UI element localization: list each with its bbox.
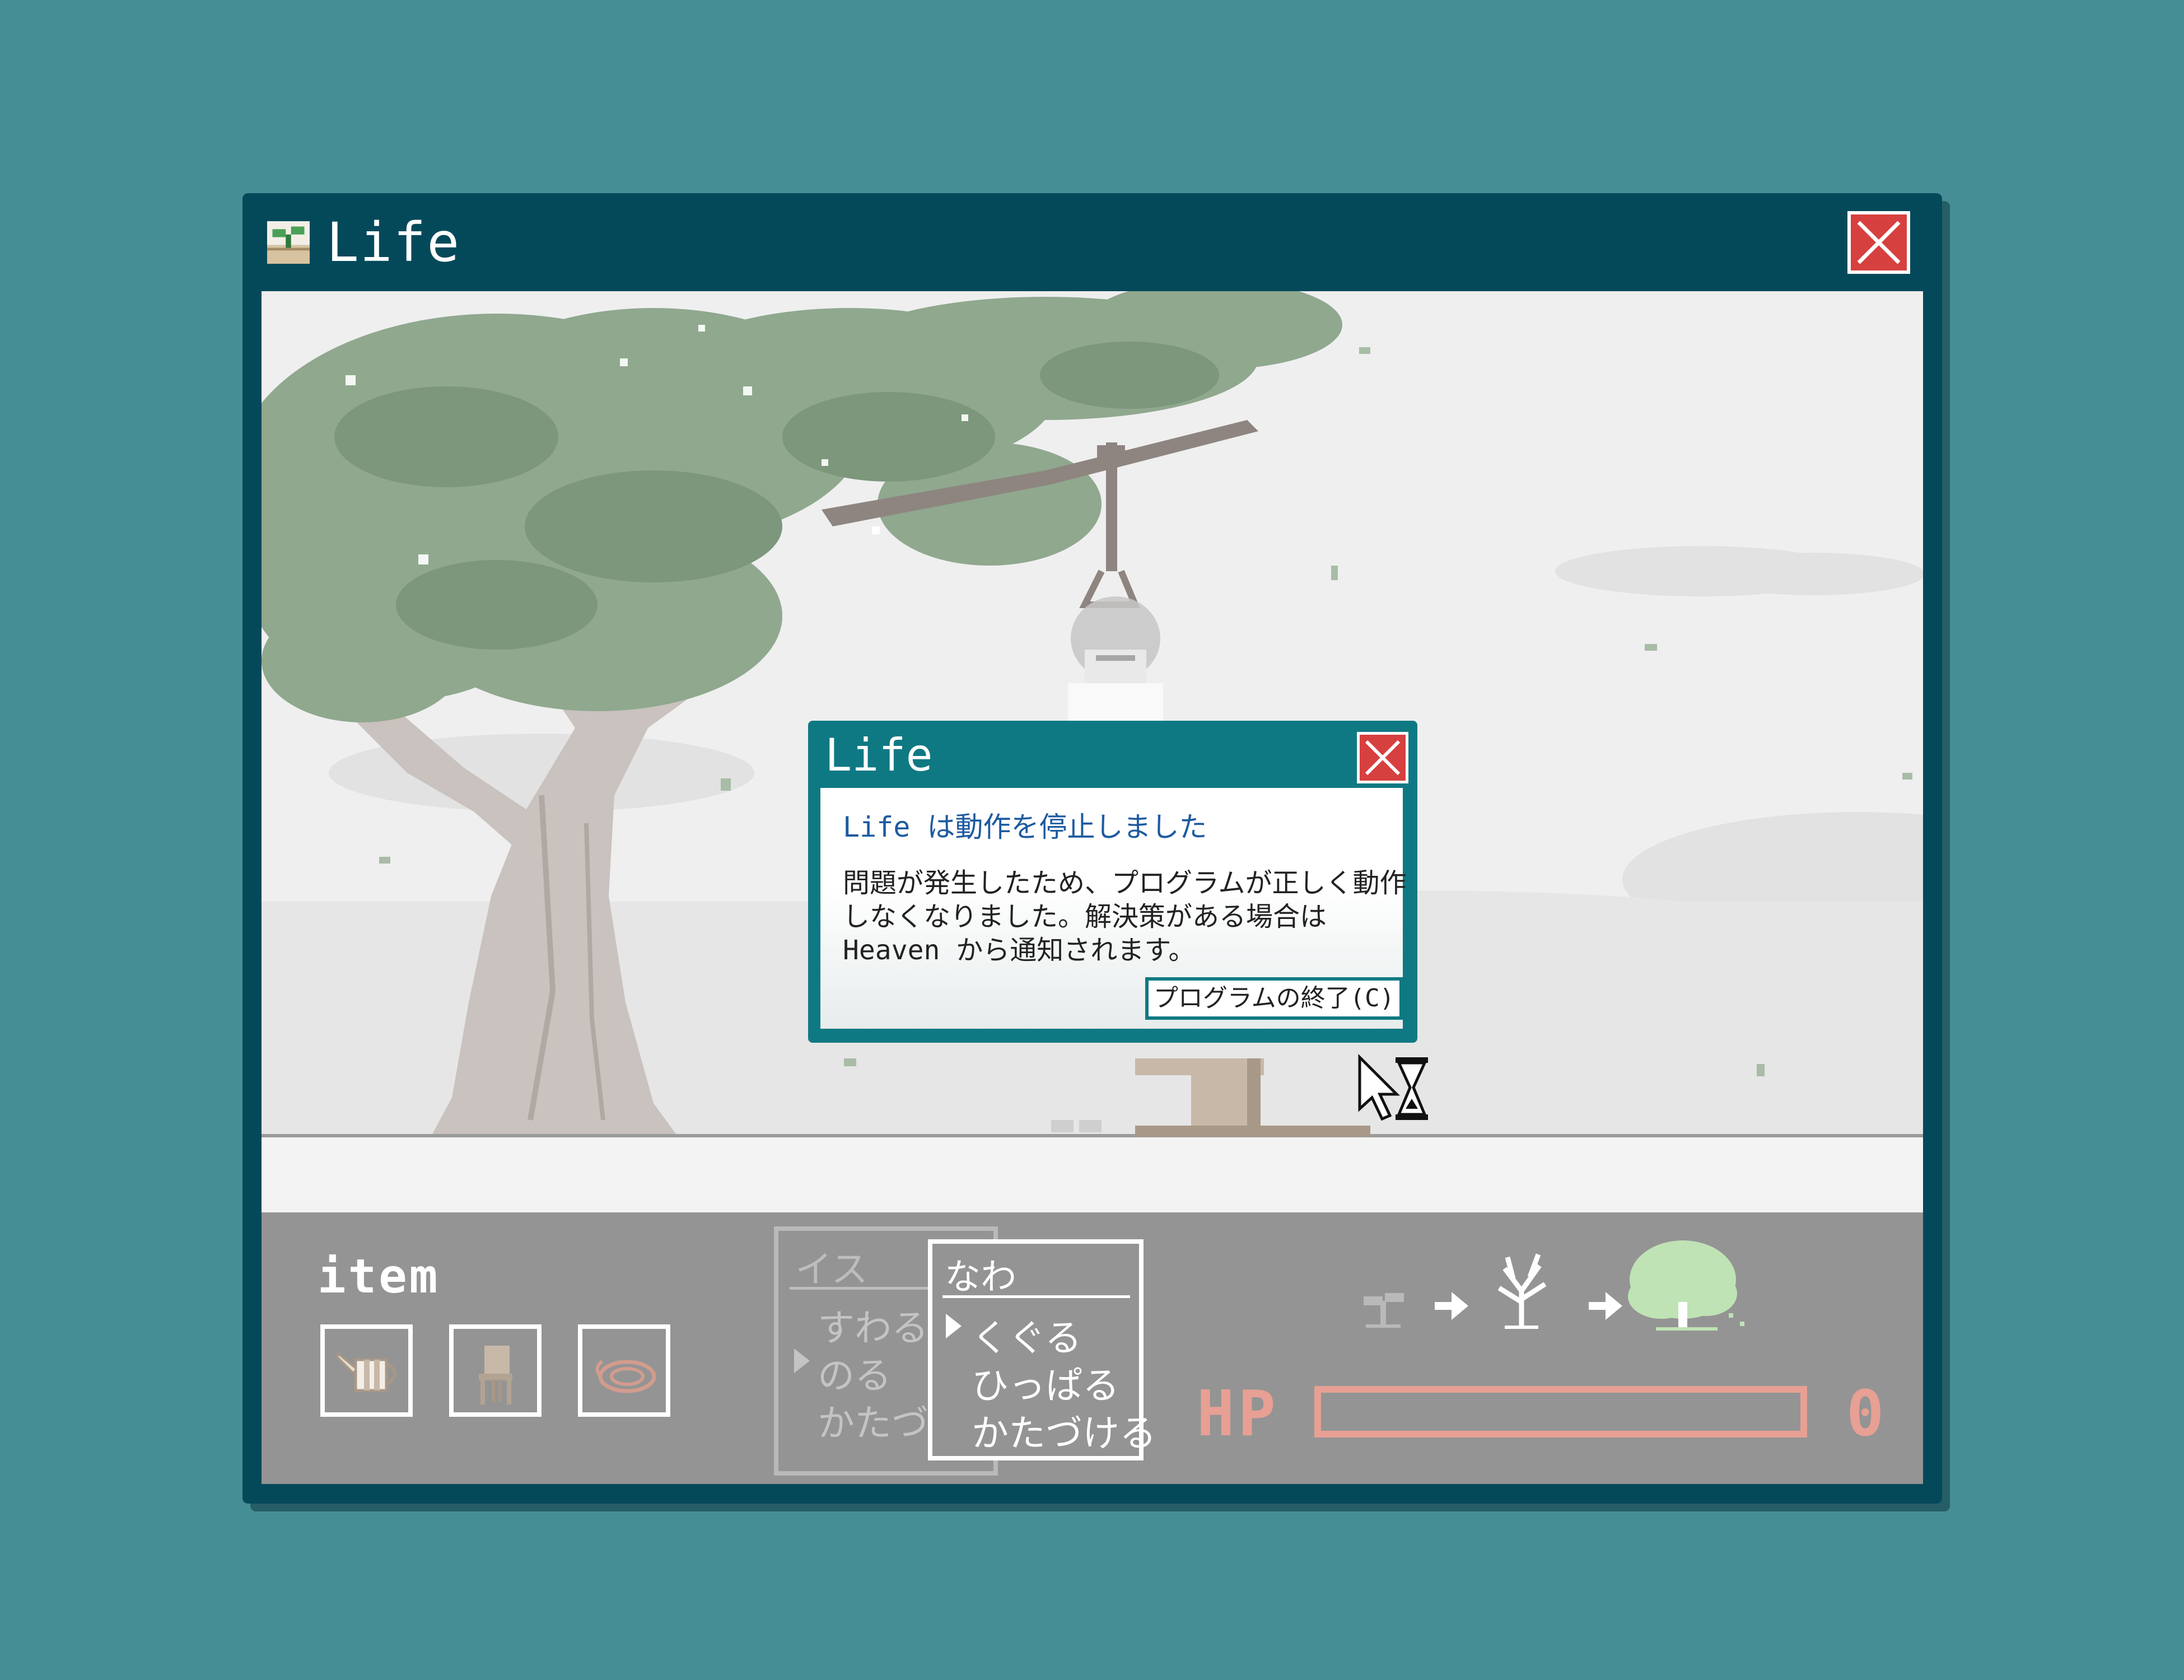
hp-label: HP [1197, 1378, 1279, 1450]
menu-item-put-away[interactable]: かたづける [972, 1403, 1156, 1457]
hp-value: 0 [1846, 1378, 1884, 1450]
menu-cursor-icon [946, 1314, 962, 1338]
hud-panel: item イス すわる のる かたづけ なわ くぐる ひっぱる かたづける HP… [262, 1212, 1923, 1484]
arrow-right-icon [1589, 1292, 1622, 1320]
title-bar[interactable]: Life [242, 193, 1942, 288]
error-dialog: Life Life は動作を停止しました 問題が発生したため、プログラムが正しく… [808, 721, 1417, 1043]
menu-cursor-icon [794, 1348, 810, 1373]
bare-tree-icon [1497, 1253, 1547, 1329]
busy-cursor-icon [1358, 1053, 1428, 1121]
hp-bar [1314, 1386, 1807, 1438]
menu-item-pull[interactable]: ひっぱる [972, 1356, 1119, 1410]
chair-icon [479, 1346, 512, 1404]
dialog-title: Life [825, 729, 933, 781]
close-icon [1365, 740, 1401, 776]
menu-item-pass-through[interactable]: くぐる [972, 1308, 1082, 1362]
menu-divider [942, 1295, 1130, 1298]
arrow-right-icon [1435, 1292, 1468, 1320]
item-slot-chair[interactable] [449, 1324, 542, 1417]
dialog-heading: Life は動作を停止しました [843, 811, 1207, 843]
item-slot-rope[interactable] [578, 1324, 670, 1417]
rope-icon [595, 1360, 656, 1393]
window-title: Life [326, 211, 461, 274]
window-close-button[interactable] [1847, 211, 1910, 274]
hourglass-icon [1396, 1057, 1428, 1120]
sprout-icon [267, 221, 310, 264]
close-icon [1857, 221, 1901, 264]
watering-can-icon [335, 1352, 396, 1392]
sprout-icon [1364, 1293, 1404, 1328]
menu-item-sit[interactable]: すわる [818, 1298, 928, 1352]
dialog-close-button[interactable] [1357, 732, 1408, 783]
growth-indicator [1364, 1240, 1744, 1331]
dialog-message-line: Heaven から通知されます。 [843, 935, 1196, 966]
dialog-body: Life は動作を停止しました 問題が発生したため、プログラムが正しく動作 しな… [820, 788, 1407, 1029]
item-label: item [318, 1249, 440, 1304]
end-program-button[interactable]: プログラムの終了(C) [1145, 977, 1403, 1020]
menu-title: イス [795, 1248, 869, 1291]
menu-item-stand-on[interactable]: のる [818, 1346, 892, 1399]
menu-title: なわ [945, 1257, 1016, 1298]
green-tree-icon [1628, 1240, 1744, 1331]
ground [262, 1136, 1923, 1212]
item-slot-watering-can[interactable] [320, 1324, 413, 1417]
rope-action-menu: なわ くぐる ひっぱる かたづける [928, 1239, 1156, 1460]
